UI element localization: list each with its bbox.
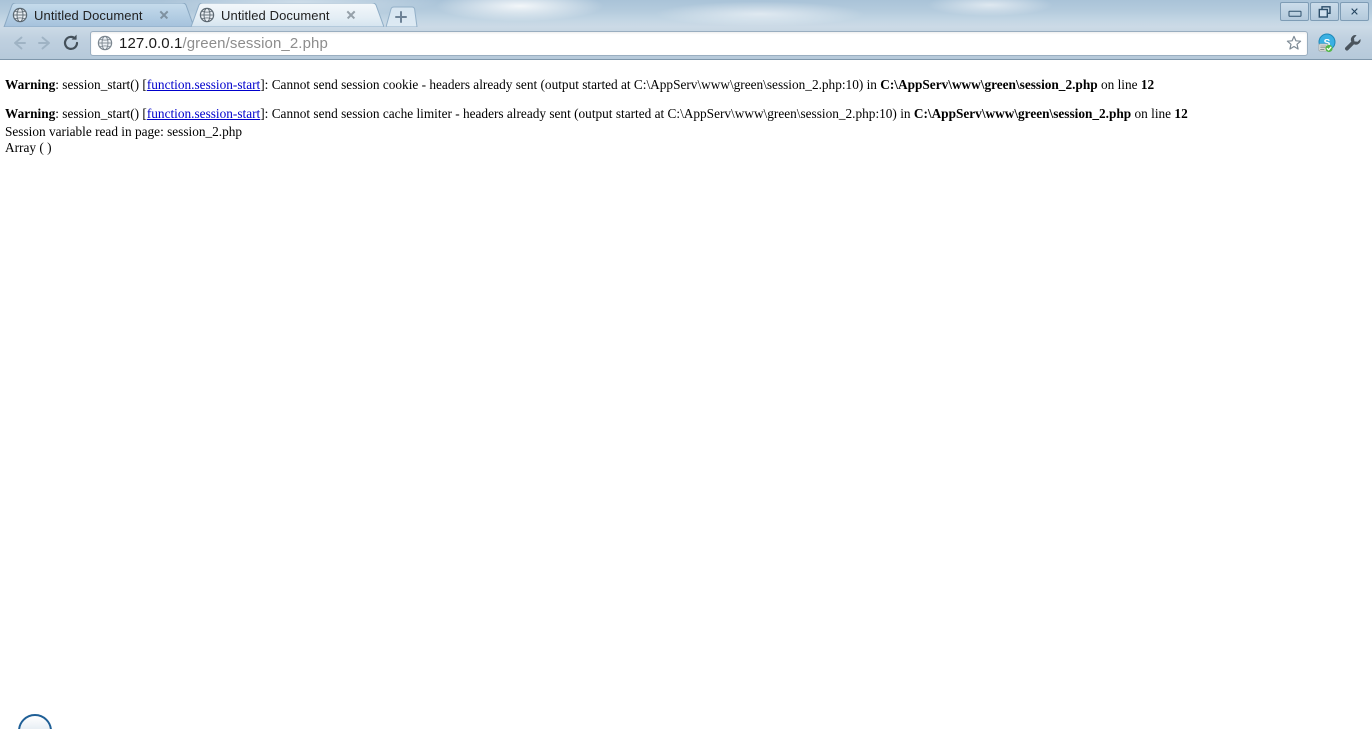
- forward-arrow-icon: [38, 36, 50, 50]
- minimize-icon: [1288, 10, 1301, 17]
- reload-button[interactable]: [58, 30, 84, 56]
- session-output-line-2: Array ( ): [5, 139, 52, 155]
- php-warning-1: Warning: session_start() [function.sessi…: [5, 77, 1372, 92]
- warning-message-1: : Cannot send session cookie - headers a…: [264, 77, 881, 92]
- warning-online-2: on line: [1131, 106, 1175, 122]
- skype-icon: S: [1318, 33, 1336, 53]
- new-tab-button[interactable]: [383, 6, 419, 27]
- tab-1-title: Untitled Document: [34, 7, 143, 23]
- session-output-line-1: Session variable read in page: session_2…: [5, 123, 243, 139]
- reload-icon: [63, 34, 79, 50]
- php-doc-link-1[interactable]: function.session-start: [147, 77, 260, 92]
- browser-window: Untitled Document Untitled Document ✕ 12…: [0, 0, 1372, 730]
- restore-icon: [1318, 5, 1331, 18]
- tab-2-close-icon[interactable]: [344, 8, 358, 22]
- warning-path-2: C:\AppServ\www\green\session_2.php: [913, 106, 1132, 122]
- tab-2-content: Untitled Document: [199, 7, 358, 23]
- chrome-menu-button[interactable]: [1340, 30, 1366, 56]
- star-icon: [1286, 35, 1302, 50]
- url-text[interactable]: 127.0.0.1/green/session_2.php: [119, 35, 1281, 52]
- warning-label-1: Warning: [5, 77, 56, 92]
- minimize-button[interactable]: [1280, 2, 1309, 21]
- warning-online-1: on line: [1097, 77, 1141, 92]
- restore-button[interactable]: [1310, 2, 1339, 21]
- browser-tab-1[interactable]: Untitled Document: [0, 3, 197, 27]
- warning-function-1: session_start(): [62, 77, 143, 92]
- php-doc-link-2[interactable]: function.session-start: [147, 106, 260, 121]
- globe-icon: [12, 7, 28, 23]
- back-button[interactable]: [6, 30, 32, 56]
- browser-toolbar: 127.0.0.1/green/session_2.php S: [0, 27, 1372, 60]
- status-circle-decoration: [18, 714, 52, 729]
- warning-lineno-2: 12: [1174, 106, 1188, 122]
- tab-strip: Untitled Document Untitled Document ✕: [0, 0, 1372, 27]
- warning-path-1: C:\AppServ\www\green\session_2.php: [880, 77, 1098, 92]
- skype-extension-button[interactable]: S: [1314, 30, 1340, 56]
- globe-icon: [199, 7, 215, 23]
- browser-tab-2[interactable]: Untitled Document: [187, 3, 387, 27]
- warning-lineno-1: 12: [1140, 77, 1155, 92]
- forward-button[interactable]: [32, 30, 58, 56]
- tab-1-content: Untitled Document: [12, 7, 171, 23]
- url-host: 127.0.0.1: [119, 34, 183, 52]
- plus-icon: [394, 10, 408, 24]
- warning-label-2: Warning: [5, 106, 56, 122]
- window-controls: ✕: [1279, 1, 1369, 22]
- warning-message-2: : Cannot send session cache limiter - he…: [264, 106, 914, 122]
- warning-function-2: session_start(): [62, 106, 143, 122]
- close-icon: ✕: [1349, 5, 1360, 18]
- globe-icon: [97, 35, 113, 51]
- wrench-icon: [1345, 35, 1361, 51]
- bookmark-star-icon[interactable]: [1285, 34, 1303, 52]
- address-bar[interactable]: 127.0.0.1/green/session_2.php: [90, 30, 1308, 56]
- php-warning-2: Warning: session_start() [function.sessi…: [5, 106, 1372, 121]
- tab-2-title: Untitled Document: [221, 7, 330, 23]
- close-button[interactable]: ✕: [1340, 2, 1369, 21]
- page-content: Warning: session_start() [function.sessi…: [0, 60, 1372, 729]
- tab-1-close-icon[interactable]: [157, 8, 171, 22]
- url-path: /green/session_2.php: [182, 34, 328, 52]
- back-arrow-icon: [14, 36, 26, 50]
- tabs-area: Untitled Document Untitled Document: [0, 0, 419, 27]
